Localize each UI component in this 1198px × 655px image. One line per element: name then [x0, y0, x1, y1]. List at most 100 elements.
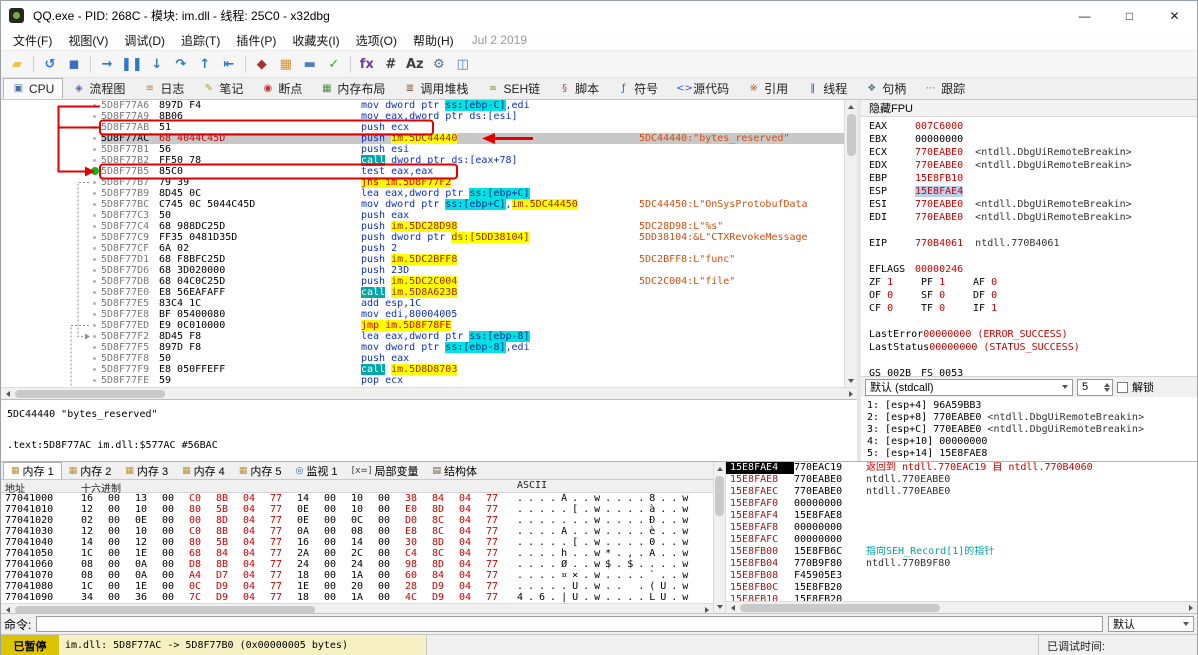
functions-icon[interactable]: fx	[355, 53, 379, 75]
trace-record-icon[interactable]: ◆	[250, 53, 274, 75]
stack-row[interactable]: 15E8FAF4 15E8FAE8	[726, 510, 1197, 522]
disasm-row[interactable]: 5D8F77FE 59 pop ecx	[1, 375, 844, 386]
tab-script[interactable]: § 脚本	[549, 78, 608, 99]
breakpoint-hash-icon[interactable]: #	[379, 53, 403, 75]
settings-gear-icon[interactable]: ⚙	[427, 53, 451, 75]
disasm-row[interactable]: 5D8F77BC C745 0C 5044C45D mov dword ptr ss…	[1, 199, 844, 210]
register-row[interactable]: EDI 770EABE0 <ntdll.DbgUiRemoteBreakin>	[869, 211, 1197, 224]
unlock-checkbox[interactable]	[1117, 381, 1128, 393]
disasm-row[interactable]: 5D8F77F8 50 push eax	[1, 353, 844, 364]
register-row[interactable]: CF 0 TF 0 IF 1	[869, 302, 1197, 315]
tab-graph[interactable]: ◈ 流程图	[63, 78, 134, 99]
stack-row[interactable]: 15E8FAEC 770EABE0 ntdll.770EABE0	[726, 486, 1197, 498]
dump-vertical-scrollbar[interactable]	[713, 462, 726, 613]
disasm-row[interactable]: 5D8F77D1 68 F8BFC25D push im.5DC2BFF8 5DC2B…	[1, 254, 844, 265]
disasm-row[interactable]: 5D8F77B5 85C0 test eax,eax	[1, 166, 844, 177]
disasm-row[interactable]: 5D8F77B2 FF50 78 call dword ptr ds:[eax+78…	[1, 155, 844, 166]
tab-breakpoints[interactable]: ◉ 断点	[252, 78, 311, 99]
dump-row[interactable]: 77041080 1C 00 1E 00 0C D9 04 77 1E 00 20 00 28 D9 04 77…	[1, 581, 713, 592]
menu-item[interactable]: 视图(V)	[60, 30, 116, 51]
minimize-button[interactable]: —	[1062, 1, 1107, 30]
dump-row[interactable]: 77041000 16 00 13 00 C0 8B 04 77 14 00 10 00 38 84 04 77…	[1, 493, 713, 504]
tab-struct[interactable]: ▤ 结构体	[425, 462, 484, 479]
stack-row[interactable]: 15E8FAE4 770EAC19 返回到 ntdll.770EAC19 自 ntd…	[726, 462, 1197, 474]
disasm-row[interactable]: 5D8F77AC 68 4044C45D push im.5DC44440 5DC44…	[1, 133, 844, 144]
disasm-row[interactable]: 5D8F77E5 83C4 1C add esp,1C	[1, 298, 844, 309]
argument-row[interactable]: 1: [esp+4] 96A59BB3	[867, 400, 1197, 412]
tab-references[interactable]: ※ 引用	[738, 78, 797, 99]
register-row[interactable]: OF 0 SF 0 DF 0	[869, 289, 1197, 302]
register-row[interactable]: ECX 770EABE0 <ntdll.DbgUiRemoteBreakin>	[869, 146, 1197, 159]
tab-seh[interactable]: ∞ SEH链	[477, 78, 549, 99]
tab-dump-1[interactable]: ▦ 内存 1	[3, 462, 62, 479]
disasm-row[interactable]: 5D8F77B9 8D45 0C lea eax,dword ptr ss:[ebp…	[1, 188, 844, 199]
patches-icon[interactable]: ▦	[274, 53, 298, 75]
tab-locals[interactable]: [x=] 局部变量	[345, 462, 426, 479]
tab-handles[interactable]: ❖ 句柄	[856, 78, 915, 99]
register-row[interactable]: GS 002B FS 0053	[869, 367, 1197, 376]
tab-watch-1[interactable]: ◎ 监视 1	[289, 462, 345, 479]
register-row[interactable]: EDX 770EABE0 <ntdll.DbgUiRemoteBreakin>	[869, 159, 1197, 172]
disasm-row[interactable]: 5D8F77D6 68 3D020000 push 23D	[1, 265, 844, 276]
scroll-up-icon[interactable]	[848, 104, 854, 109]
register-row[interactable]: LastStatus00000000 (STATUS_SUCCESS)	[869, 341, 1197, 354]
disasm-row[interactable]: 5D8F77C9 FF35 0481D35D push dword ptr ds:[…	[1, 232, 844, 243]
scroll-down-icon[interactable]	[848, 378, 854, 383]
comment-icon[interactable]: ▬	[298, 53, 322, 75]
tab-call-stack[interactable]: ≣ 调用堆栈	[394, 78, 477, 99]
scroll-left-icon[interactable]	[5, 606, 10, 613]
maximize-button[interactable]: □	[1107, 1, 1152, 30]
command-input[interactable]	[36, 616, 1103, 632]
stack-row[interactable]: 15E8FB0C 15E8FB20	[726, 582, 1197, 594]
open-file-icon[interactable]: ▰	[5, 53, 29, 75]
disasm-row[interactable]: 5D8F77F9 E8 050FFEFF call im.5D8D8703	[1, 364, 844, 375]
disasm-row[interactable]: 5D8F77C4 68 988DC25D push im.5DC28D98 5DC28…	[1, 221, 844, 232]
dump-row[interactable]: 77041090 34 00 36 00 7C D9 04 77 18 00 1A 00 4C D9 04 77…	[1, 592, 713, 603]
disasm-horizontal-scrollbar[interactable]	[1, 387, 857, 399]
dump-row[interactable]: 77041040 14 00 12 00 80 5B 04 77 16 00 14 00 30 8D 04 77…	[1, 537, 713, 548]
stack-row[interactable]: 15E8FAF0 00000000	[726, 498, 1197, 510]
stack-row[interactable]: 15E8FAFC 00000000	[726, 534, 1197, 546]
stop-icon[interactable]: ◼	[62, 53, 86, 75]
scroll-left-icon[interactable]	[5, 390, 10, 397]
register-row[interactable]: LastError00000000 (ERROR_SUCCESS)	[869, 328, 1197, 341]
stack-row[interactable]: 15E8FAE8 770EABE0 ntdll.770EABE0	[726, 474, 1197, 486]
menu-item[interactable]: 追踪(T)	[173, 30, 228, 51]
tab-dump-4[interactable]: ▦ 内存 4	[175, 462, 232, 479]
stack-horizontal-scrollbar[interactable]	[726, 601, 1197, 613]
register-row[interactable]: ESI 770EABE0 <ntdll.DbgUiRemoteBreakin>	[869, 198, 1197, 211]
stack-row[interactable]: 15E8FB04 770B9F80 ntdll.770B9F80	[726, 558, 1197, 570]
tab-notes[interactable]: ✎ 笔记	[193, 78, 252, 99]
stack-rows[interactable]: 15E8FAE4 770EAC19 返回到 ntdll.770EAC19 自 ntd…	[726, 462, 1197, 601]
disasm-row[interactable]: 5D8F77F2 8D45 F8 lea eax,dword ptr ss:[ebp…	[1, 331, 844, 342]
strings-az-icon[interactable]: Az	[403, 53, 427, 75]
dump-row[interactable]: 77041010 12 00 10 00 80 5B 04 77 0E 00 10 00 E0 8D 04 77…	[1, 504, 713, 515]
unlock-checkbox-group[interactable]: 解锁	[1117, 379, 1154, 395]
memory-search-icon[interactable]: ◫	[451, 53, 475, 75]
scroll-left-icon[interactable]	[730, 604, 735, 611]
argument-row[interactable]: 3: [esp+C] 770EABE0 <ntdll.DbgUiRemoteBr…	[867, 424, 1197, 436]
register-row[interactable]: ZF 1 PF 1 AF 0	[869, 276, 1197, 289]
stack-row[interactable]: 15E8FB08 F45905E3	[726, 570, 1197, 582]
disasm-row[interactable]: 5D8F77C3 50 push eax	[1, 210, 844, 221]
call-arguments-list[interactable]: 1: [esp+4] 96A59BB3 2: [esp+8] 770EABE0 <…	[861, 397, 1197, 461]
dump-row[interactable]: 77041050 1C 00 1E 00 68 84 04 77 2A 00 2C 00 C4 8C 04 77…	[1, 548, 713, 559]
label-check-icon[interactable]: ✓	[322, 53, 346, 75]
tab-trace[interactable]: ⋯ 跟踪	[915, 78, 974, 99]
disasm-row[interactable]: 5D8F77DB 68 04C0C25D push im.5DC2C004 5DC2C…	[1, 276, 844, 287]
stack-row[interactable]: 15E8FB10 15E8FB20	[726, 594, 1197, 601]
stack-row[interactable]: 15E8FAF8 00000000	[726, 522, 1197, 534]
scroll-right-icon[interactable]	[704, 606, 709, 613]
spin-down-icon[interactable]	[1104, 387, 1110, 392]
disasm-row[interactable]: 5D8F77B1 56 push esi	[1, 144, 844, 155]
scroll-thumb[interactable]	[740, 603, 940, 612]
scroll-thumb[interactable]	[715, 476, 724, 516]
run-icon[interactable]: →	[95, 53, 119, 75]
calling-convention-dropdown[interactable]: 默认 (stdcall)	[865, 378, 1073, 396]
dump-row[interactable]: 77041060 08 00 0A 00 D8 8B 04 77 24 00 24 00 98 8D 04 77…	[1, 559, 713, 570]
dump-row[interactable]: 77041020 02 00 0E 00 00 8D 04 77 0E 00 0C 00 D0 8C 04 77…	[1, 515, 713, 526]
menu-item[interactable]: 调试(D)	[116, 30, 173, 51]
menu-item[interactable]: 插件(P)	[228, 30, 284, 51]
tab-log[interactable]: ≡ 日志	[134, 78, 193, 99]
scroll-thumb[interactable]	[15, 389, 165, 398]
